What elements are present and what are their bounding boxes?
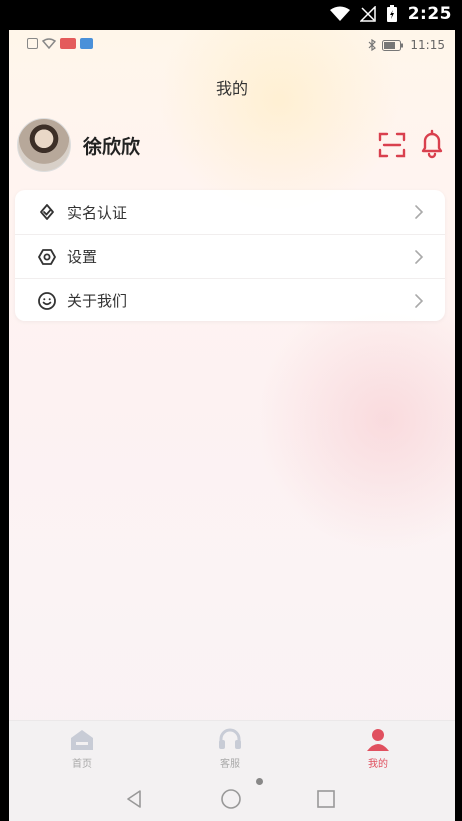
signal-icon <box>359 6 376 22</box>
verify-icon <box>40 204 54 220</box>
menu-item-label: 设置 <box>67 248 98 266</box>
wifi-small-icon <box>42 38 56 49</box>
scan-icon[interactable] <box>377 130 407 160</box>
chevron-right-icon <box>415 294 424 308</box>
bell-icon[interactable] <box>417 128 447 160</box>
username: 徐欣欣 <box>83 136 141 158</box>
menu-item-settings[interactable]: 设置 <box>15 234 445 278</box>
tab-label: 首页 <box>72 759 92 770</box>
chevron-right-icon <box>415 250 424 264</box>
settings-icon <box>38 248 56 265</box>
recent-apps-icon[interactable] <box>315 788 337 810</box>
inner-status-bar: 11:15 <box>9 30 455 60</box>
app-badge-icon <box>60 38 76 49</box>
page-indicator-dot <box>256 778 263 785</box>
menu-item-label: 实名认证 <box>67 203 128 222</box>
avatar[interactable] <box>17 118 71 172</box>
device-clock: 2:25 <box>407 4 452 24</box>
battery-icon <box>386 5 397 22</box>
battery-small-icon <box>382 39 404 51</box>
menu-item-about[interactable]: 关于我们 <box>15 278 445 322</box>
app-badge-blue-icon <box>80 38 93 49</box>
page-title: 我的 <box>215 79 248 98</box>
bluetooth-icon <box>368 39 377 51</box>
profile-header: 徐欣欣 <box>17 118 447 172</box>
bottom-tab-bar: 首页 客服 我的 <box>9 720 455 774</box>
tab-mine[interactable]: 我的 <box>343 727 413 770</box>
tab-label: 我的 <box>368 759 388 770</box>
back-icon[interactable] <box>123 788 145 810</box>
inner-clock: 11:15 <box>410 38 445 52</box>
system-nav-bar <box>9 774 455 821</box>
tab-label: 客服 <box>220 759 240 770</box>
app-screen: 11:15 我的 徐欣欣 实名认证 设置 关于我们 首页 客服 我的 <box>9 30 455 821</box>
chevron-right-icon <box>415 205 424 219</box>
tab-home[interactable]: 首页 <box>47 727 117 770</box>
notification-icon <box>27 38 38 49</box>
menu-item-verify[interactable]: 实名认证 <box>15 190 445 234</box>
menu-list: 实名认证 设置 关于我们 <box>15 190 445 321</box>
tab-service[interactable]: 客服 <box>195 727 265 770</box>
menu-item-label: 关于我们 <box>67 292 128 310</box>
device-status-bar: 2:25 <box>0 0 462 30</box>
wifi-icon <box>329 6 350 21</box>
home-icon <box>71 730 93 750</box>
user-icon <box>367 729 389 751</box>
smile-icon <box>38 291 56 310</box>
headset-icon <box>219 728 241 749</box>
home-circle-icon[interactable] <box>219 787 243 811</box>
